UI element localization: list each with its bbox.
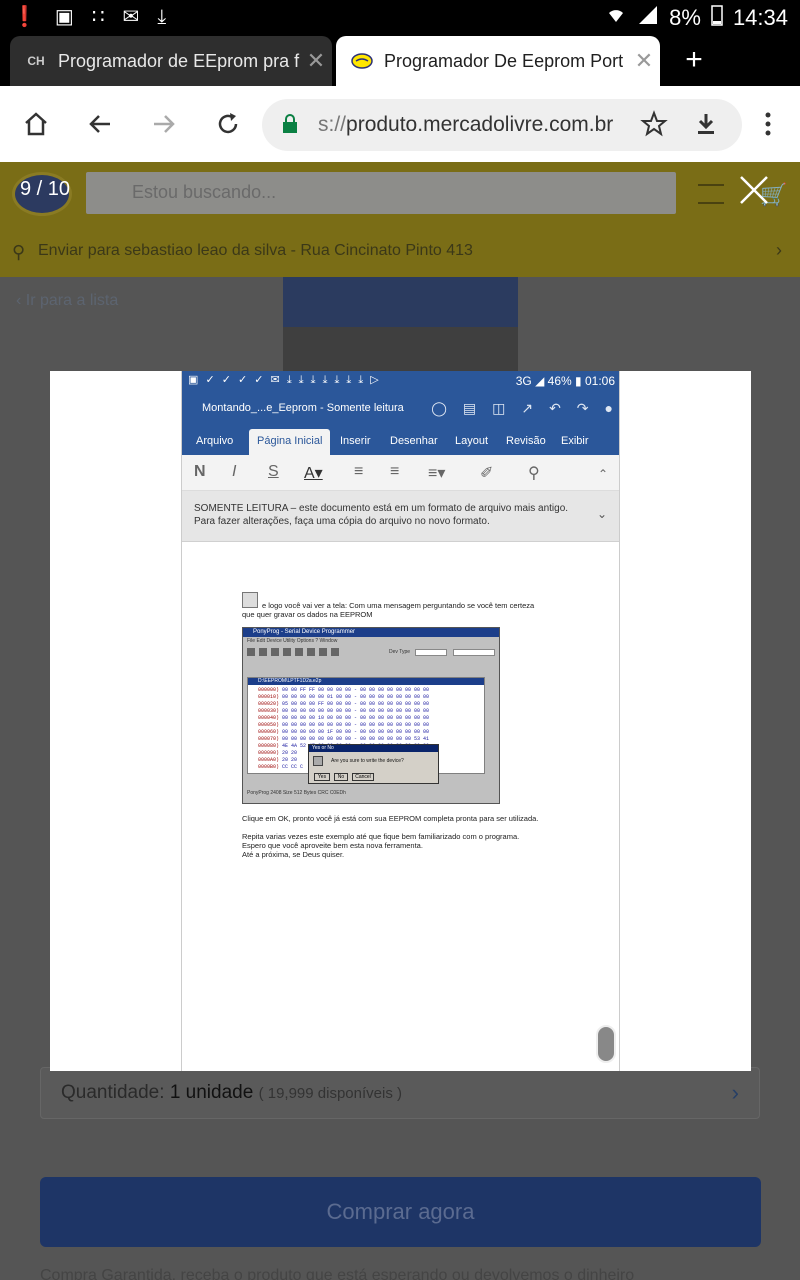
wifi-icon (605, 4, 627, 32)
paragraph-icon: ≡▾ (428, 465, 446, 482)
tab-desenhar: Desenhar (390, 435, 438, 447)
underline-icon: S (268, 463, 279, 480)
image-icon: ▣ (54, 6, 74, 28)
mail-icon: ✉ (122, 6, 140, 28)
collapse-icon: ⌃ (598, 467, 609, 481)
bullets-icon: ≡ (354, 463, 364, 480)
tab-pagina-inicial: Página Inicial (249, 429, 331, 455)
tab-strip: CH Programador de EEprom pra f ✕ Program… (0, 36, 800, 86)
download-icon[interactable] (688, 106, 724, 142)
favicon-icon: CH (27, 54, 45, 68)
doc-title: Montando_...e_Eeprom - Somente leitura (202, 402, 404, 414)
mercadolivre-favicon-icon (350, 52, 374, 70)
hamburger-icon (698, 184, 724, 204)
word-ribbon-tabs: Arquivo Página Inicial Inserir Desenhar … (182, 429, 619, 455)
close-lightbox-icon[interactable] (738, 174, 770, 206)
site-search: Estou buscando... (86, 172, 676, 214)
reload-icon[interactable] (210, 106, 246, 142)
status-right: 8% 14:34 (605, 4, 788, 32)
tab-exibir: Exibir (561, 435, 589, 447)
browser-toolbar: s://produto.mercadolivre.com.br (0, 86, 800, 162)
numbering-icon: ≡ (390, 463, 400, 480)
lightbulb-icon: ◯ (431, 400, 447, 416)
forward-icon[interactable] (146, 106, 182, 142)
tab-title: Programador De Eeprom Port (384, 50, 624, 71)
site-header: Estou buscando... 🛒 ⚲ Enviar para sebast… (0, 162, 800, 277)
share-icon: ↗ (521, 400, 534, 416)
chevron-down-icon: ⌄ (596, 507, 607, 521)
back-icon[interactable] (82, 106, 118, 142)
tab-layout: Layout (455, 435, 489, 447)
phone-status-bar: ▣ ✓ ✓ ✓ ✓ ✉ ⤓ ⤓ ⤓ ⤓ ⤓ ⤓ ⤓ ▷ 3G ◢ 46% ▮ 0… (182, 371, 619, 391)
guarantee-text: Compra Garantida, receba o produto que e… (40, 1267, 635, 1280)
undo-icon: ↶ (549, 400, 561, 416)
tab-inserir: Inserir (340, 435, 371, 447)
notification-icons: ❗ ▣ ∷ ✉ ⤓ (12, 6, 166, 28)
browser-tab-1[interactable]: CH Programador de EEprom pra f ✕ (10, 36, 332, 86)
dots-icon: ∷ (91, 6, 105, 28)
battery-percent: 8% (669, 5, 701, 30)
menu-icon[interactable] (750, 106, 786, 142)
word-ribbon: N I S A▾ ≡ ≡ ≡▾ ✐ ⚲ ⌃ (182, 455, 619, 491)
confirm-dialog: Yes or No Are you sure to write the devi… (308, 744, 439, 784)
ponyprog-toolbar (247, 648, 339, 656)
home-icon[interactable] (18, 106, 54, 142)
avatar-icon: ● (604, 400, 613, 416)
alert-icon: ❗ (12, 6, 37, 28)
save-icon: ▤ (462, 400, 477, 416)
notification-icons: ▣ ✓ ✓ ✓ ✓ ✉ ⤓ ⤓ ⤓ ⤓ ⤓ ⤓ ⤓ ▷ (188, 374, 381, 386)
close-tab-icon[interactable]: ✕ (628, 48, 660, 74)
ponyprog-window: PonyProg - Serial Device Programmer File… (242, 627, 500, 804)
buy-now-button: Comprar agora (40, 1177, 761, 1247)
word-titlebar: Montando_...e_Eeprom - Somente leitura ◯… (182, 391, 619, 429)
location-icon: ⚲ (12, 242, 26, 262)
book-icon: ◫ (492, 400, 506, 416)
lock-icon (282, 114, 298, 139)
phone-screenshot: ▣ ✓ ✓ ✓ ✓ ✉ ⤓ ⤓ ⤓ ⤓ ⤓ ⤓ ⤓ ▷ 3G ◢ 46% ▮ 0… (181, 371, 620, 1071)
readonly-warning: SOMENTE LEITURA – este documento está em… (182, 491, 619, 542)
browser-tab-2[interactable]: Programador De Eeprom Port ✕ (336, 36, 660, 86)
signal-icon (637, 4, 659, 32)
scroll-handle (596, 1025, 616, 1063)
gallery-image[interactable]: ▣ ✓ ✓ ✓ ✓ ✉ ⤓ ⤓ ⤓ ⤓ ⤓ ⤓ ⤓ ▷ 3G ◢ 46% ▮ 0… (50, 371, 751, 1071)
star-icon[interactable] (636, 106, 672, 142)
redo-icon: ↷ (576, 400, 589, 416)
shipping-bar: ⚲ Enviar para sebastiao leao da silva - … (12, 240, 782, 262)
chevron-right-icon: › (776, 240, 782, 260)
quantity-selector: Quantidade: 1 unidade ( 19,999 disponíve… (40, 1067, 760, 1119)
chevron-right-icon: › (731, 1080, 739, 1105)
tab-revisao: Revisão (506, 435, 546, 447)
image-counter: 9 / 10 (20, 178, 71, 200)
search-icon: ⚲ (528, 465, 540, 482)
thumbnail-preview (283, 277, 518, 371)
close-tab-icon[interactable]: ✕ (300, 48, 332, 74)
clock: 14:34 (732, 5, 788, 30)
bold-icon: N (194, 463, 206, 480)
question-icon (313, 756, 323, 766)
download-icon: ⤓ (157, 6, 167, 28)
back-to-list-link: ‹ Ir para a lista (16, 292, 119, 309)
ponyprog-write-icon (242, 592, 258, 608)
italic-icon: I (232, 463, 237, 480)
styles-icon: ✐ (480, 465, 494, 482)
new-tab-button[interactable]: + (678, 44, 710, 78)
status-bar: ❗ ▣ ∷ ✉ ⤓ 8% 14:34 (0, 0, 800, 36)
font-color-icon: A▾ (304, 465, 323, 482)
tab-arquivo: Arquivo (196, 435, 234, 447)
tab-title: Programador de EEprom pra f (58, 50, 300, 71)
battery-icon (711, 4, 723, 32)
url-text: s://produto.mercadolivre.com.br (318, 113, 614, 136)
